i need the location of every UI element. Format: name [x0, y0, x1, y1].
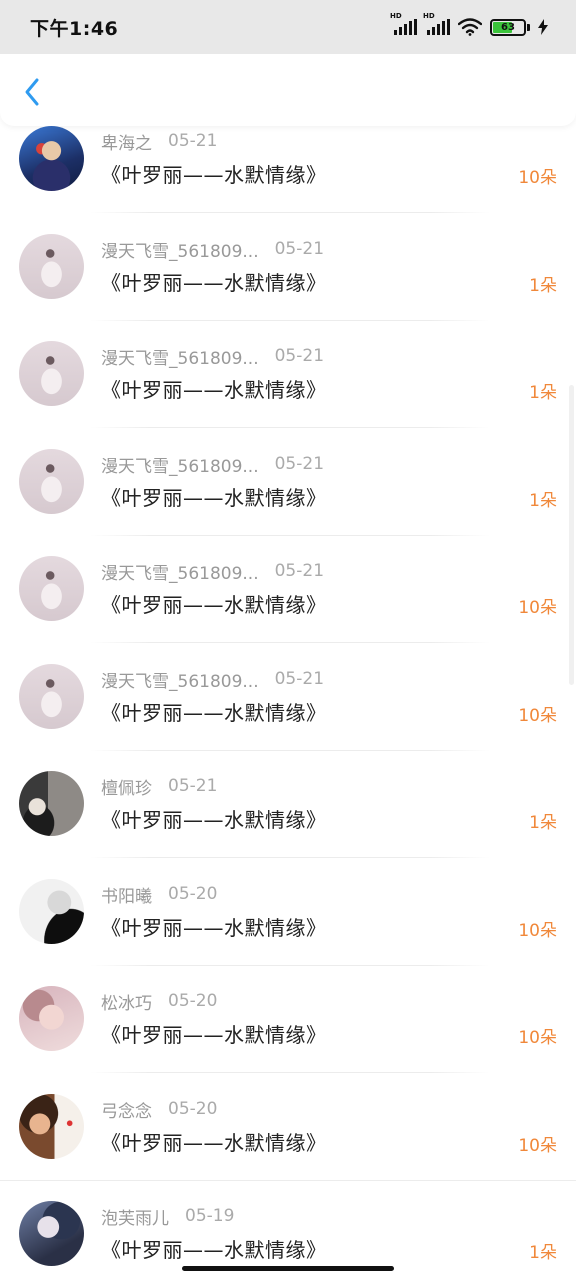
user-name: 漫天飞雪_561809... — [101, 563, 259, 584]
user-name: 卑海之 — [101, 133, 152, 154]
date: 05-21 — [274, 669, 325, 689]
divider — [90, 212, 490, 213]
date: 05-21 — [274, 346, 325, 366]
list-item[interactable]: 弓念念 05-20 《叶罗丽——水默情缘》 10朵 — [0, 1094, 576, 1201]
hd-label: HD — [390, 12, 402, 20]
list-item[interactable]: 松冰巧 05-20 《叶罗丽——水默情缘》 10朵 — [0, 986, 576, 1093]
list-item[interactable]: 漫天飞雪_561809... 05-21 《叶罗丽——水默情缘》 10朵 — [0, 556, 576, 663]
list-item[interactable]: 漫天飞雪_561809... 05-21 《叶罗丽——水默情缘》 1朵 — [0, 449, 576, 556]
signal-icon: HD — [390, 12, 417, 35]
flower-count: 10朵 — [518, 598, 557, 618]
charging-icon — [538, 19, 548, 35]
flower-count: 10朵 — [518, 921, 557, 941]
gift-title: 《叶罗丽——水默情缘》 — [101, 808, 327, 832]
divider — [90, 642, 490, 643]
gift-title: 《叶罗丽——水默情缘》 — [101, 1131, 327, 1155]
user-name: 漫天飞雪_561809... — [101, 348, 259, 369]
gift-title: 《叶罗丽——水默情缘》 — [101, 163, 327, 187]
divider — [90, 965, 490, 966]
gift-title: 《叶罗丽——水默情缘》 — [101, 593, 327, 617]
divider — [90, 535, 490, 536]
flower-count: 10朵 — [518, 706, 557, 726]
user-name: 漫天飞雪_561809... — [101, 241, 259, 262]
gift-title: 《叶罗丽——水默情缘》 — [101, 486, 327, 510]
date: 05-20 — [168, 991, 218, 1011]
gift-title: 《叶罗丽——水默情缘》 — [101, 271, 327, 295]
avatar[interactable] — [19, 986, 84, 1051]
gift-title: 《叶罗丽——水默情缘》 — [101, 1023, 327, 1047]
gift-title: 《叶罗丽——水默情缘》 — [101, 1238, 327, 1262]
gift-title: 《叶罗丽——水默情缘》 — [101, 701, 327, 725]
scrollbar[interactable] — [569, 385, 574, 685]
list-item[interactable]: 书阳曦 05-20 《叶罗丽——水默情缘》 10朵 — [0, 879, 576, 986]
gift-title: 《叶罗丽——水默情缘》 — [101, 916, 327, 940]
date: 05-21 — [168, 131, 218, 151]
avatar[interactable] — [19, 664, 84, 729]
date: 05-21 — [274, 561, 325, 581]
avatar[interactable] — [19, 126, 84, 191]
list-item[interactable]: 卑海之 05-21 《叶罗丽——水默情缘》 10朵 — [0, 126, 576, 233]
flower-count: 1朵 — [529, 491, 557, 511]
divider — [90, 857, 490, 858]
divider — [90, 320, 490, 321]
list-item[interactable]: 檀佩珍 05-21 《叶罗丽——水默情缘》 1朵 — [0, 771, 576, 878]
flower-count: 10朵 — [518, 168, 557, 188]
hd-label: HD — [423, 12, 435, 20]
divider — [0, 1180, 576, 1181]
avatar[interactable] — [19, 234, 84, 299]
status-icons: HD HD 63 — [390, 12, 548, 36]
user-name: 弓念念 — [101, 1101, 152, 1122]
avatar[interactable] — [19, 1201, 84, 1266]
flower-count: 1朵 — [529, 276, 557, 296]
divider — [90, 427, 490, 428]
avatar[interactable] — [19, 449, 84, 514]
list-item[interactable]: 漫天飞雪_561809... 05-21 《叶罗丽——水默情缘》 1朵 — [0, 341, 576, 448]
list-item[interactable]: 漫天飞雪_561809... 05-21 《叶罗丽——水默情缘》 10朵 — [0, 664, 576, 771]
gift-title: 《叶罗丽——水默情缘》 — [101, 378, 327, 402]
nav-bar — [0, 54, 576, 126]
battery-level: 63 — [501, 21, 515, 33]
date: 05-19 — [185, 1206, 235, 1226]
list-item[interactable]: 漫天飞雪_561809... 05-21 《叶罗丽——水默情缘》 1朵 — [0, 234, 576, 341]
home-indicator[interactable] — [182, 1266, 394, 1271]
flower-count: 1朵 — [529, 813, 557, 833]
avatar[interactable] — [19, 1094, 84, 1159]
avatar[interactable] — [19, 341, 84, 406]
status-bar: 下午1:46 HD HD 63 — [0, 0, 576, 54]
user-name: 檀佩珍 — [101, 778, 152, 799]
date: 05-20 — [168, 884, 218, 904]
date: 05-21 — [168, 776, 218, 796]
user-name: 泡芙雨儿 — [101, 1208, 169, 1229]
status-time: 下午1:46 — [30, 17, 119, 40]
user-name: 漫天飞雪_561809... — [101, 671, 259, 692]
user-name: 松冰巧 — [101, 993, 152, 1014]
back-button[interactable] — [14, 74, 50, 110]
wifi-icon — [458, 18, 482, 36]
flower-count: 10朵 — [518, 1028, 557, 1048]
user-name: 漫天飞雪_561809... — [101, 456, 259, 477]
chevron-left-icon — [25, 78, 39, 106]
date: 05-20 — [168, 1099, 218, 1119]
avatar[interactable] — [19, 556, 84, 621]
divider — [90, 1072, 490, 1073]
date: 05-21 — [274, 239, 325, 259]
battery-icon: 63 — [490, 18, 530, 36]
divider — [90, 750, 490, 751]
flower-count: 10朵 — [518, 1136, 557, 1156]
avatar[interactable] — [19, 771, 84, 836]
signal-icon: HD — [423, 12, 450, 35]
date: 05-21 — [274, 454, 325, 474]
flower-count: 1朵 — [529, 1243, 557, 1263]
flower-count: 1朵 — [529, 383, 557, 403]
avatar[interactable] — [19, 879, 84, 944]
user-name: 书阳曦 — [101, 886, 152, 907]
